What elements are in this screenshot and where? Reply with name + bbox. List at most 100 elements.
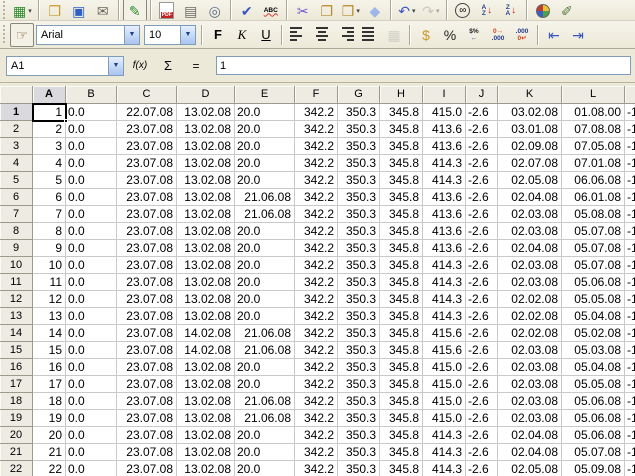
- cell-J16[interactable]: -2.6: [466, 359, 498, 376]
- auto-spellcheck-button[interactable]: ABC: [259, 0, 283, 21]
- open-folder-button[interactable]: ❒: [43, 0, 67, 21]
- cell-E6[interactable]: 21.06.08: [235, 189, 295, 206]
- cell-K7[interactable]: 02.03.08: [498, 206, 562, 223]
- cell-K5[interactable]: 02.05.08: [498, 172, 562, 189]
- cell-M5[interactable]: -12: [625, 172, 635, 189]
- page-preview-button[interactable]: ◎: [203, 0, 227, 21]
- column-header-L[interactable]: L: [562, 86, 625, 104]
- cell-L5[interactable]: 06.06.08: [562, 172, 625, 189]
- cell-E16[interactable]: 20.0: [235, 359, 295, 376]
- row-header-21[interactable]: 21: [0, 444, 33, 461]
- increase-indent-button[interactable]: ⇥: [566, 23, 590, 47]
- cell-selection-outline[interactable]: [32, 103, 67, 122]
- cell-H12[interactable]: 345.8: [380, 291, 423, 308]
- cell-C18[interactable]: 23.07.08: [117, 393, 177, 410]
- cell-K2[interactable]: 03.01.08: [498, 121, 562, 138]
- cell-C14[interactable]: 23.07.08: [117, 325, 177, 342]
- cell-B21[interactable]: 0.0: [66, 444, 117, 461]
- cell-J7[interactable]: -2.6: [466, 206, 498, 223]
- cell-F22[interactable]: 342.2: [295, 461, 338, 476]
- cell-G6[interactable]: 350.3: [338, 189, 380, 206]
- cell-B22[interactable]: 0.0: [66, 461, 117, 476]
- cell-I22[interactable]: 414.3: [423, 461, 466, 476]
- cell-M19[interactable]: -12: [625, 410, 635, 427]
- row-header-20[interactable]: 20: [0, 427, 33, 444]
- align-left-button[interactable]: [286, 23, 310, 47]
- cell-F11[interactable]: 342.2: [295, 274, 338, 291]
- cell-K6[interactable]: 02.04.08: [498, 189, 562, 206]
- cell-A9[interactable]: 9: [33, 240, 66, 257]
- cell-A2[interactable]: 2: [33, 121, 66, 138]
- row-header-17[interactable]: 17: [0, 376, 33, 393]
- row-header-11[interactable]: 11: [0, 274, 33, 291]
- cell-A11[interactable]: 11: [33, 274, 66, 291]
- cell-C15[interactable]: 23.07.08: [117, 342, 177, 359]
- cell-H13[interactable]: 345.8: [380, 308, 423, 325]
- cell-E20[interactable]: 20.0: [235, 427, 295, 444]
- cell-K20[interactable]: 02.04.08: [498, 427, 562, 444]
- cell-H2[interactable]: 345.8: [380, 121, 423, 138]
- cell-D15[interactable]: 14.02.08: [177, 342, 235, 359]
- cell-B17[interactable]: 0.0: [66, 376, 117, 393]
- cell-L4[interactable]: 07.01.08: [562, 155, 625, 172]
- cell-B1[interactable]: 0.0: [66, 104, 117, 121]
- copy-button[interactable]: ❐: [315, 0, 339, 21]
- cell-I8[interactable]: 413.6: [423, 223, 466, 240]
- cell-I6[interactable]: 413.6: [423, 189, 466, 206]
- cell-C17[interactable]: 23.07.08: [117, 376, 177, 393]
- cell-F18[interactable]: 342.2: [295, 393, 338, 410]
- cell-M12[interactable]: -12: [625, 291, 635, 308]
- cell-G21[interactable]: 350.3: [338, 444, 380, 461]
- cell-J6[interactable]: -2.6: [466, 189, 498, 206]
- cell-B6[interactable]: 0.0: [66, 189, 117, 206]
- row-header-22[interactable]: 22: [0, 461, 33, 476]
- cell-C21[interactable]: 23.07.08: [117, 444, 177, 461]
- column-header-E[interactable]: E: [235, 86, 295, 104]
- row-header-19[interactable]: 19: [0, 410, 33, 427]
- cell-K4[interactable]: 02.07.08: [498, 155, 562, 172]
- row-header-4[interactable]: 4: [0, 155, 33, 172]
- cell-L15[interactable]: 05.03.08: [562, 342, 625, 359]
- cell-K19[interactable]: 02.03.08: [498, 410, 562, 427]
- cell-I18[interactable]: 415.0: [423, 393, 466, 410]
- cell-A7[interactable]: 7: [33, 206, 66, 223]
- cell-M13[interactable]: -12: [625, 308, 635, 325]
- cell-A12[interactable]: 12: [33, 291, 66, 308]
- toolbar-grip[interactable]: [2, 25, 7, 43]
- name-box[interactable]: A1 ▼: [6, 56, 124, 76]
- cell-E3[interactable]: 20.0: [235, 138, 295, 155]
- cell-E21[interactable]: 20.0: [235, 444, 295, 461]
- cell-M15[interactable]: -12: [625, 342, 635, 359]
- cell-G12[interactable]: 350.3: [338, 291, 380, 308]
- cell-G2[interactable]: 350.3: [338, 121, 380, 138]
- cell-B10[interactable]: 0.0: [66, 257, 117, 274]
- cell-G7[interactable]: 350.3: [338, 206, 380, 223]
- cell-A4[interactable]: 4: [33, 155, 66, 172]
- chevron-down-icon[interactable]: ▾: [436, 7, 440, 15]
- cell-F2[interactable]: 342.2: [295, 121, 338, 138]
- redo-button[interactable]: ↷▾: [419, 0, 443, 21]
- cell-E4[interactable]: 20.0: [235, 155, 295, 172]
- cell-F9[interactable]: 342.2: [295, 240, 338, 257]
- cell-E11[interactable]: 20.0: [235, 274, 295, 291]
- cell-I5[interactable]: 414.3: [423, 172, 466, 189]
- cell-F16[interactable]: 342.2: [295, 359, 338, 376]
- select-all-corner[interactable]: [0, 86, 33, 104]
- cell-A5[interactable]: 5: [33, 172, 66, 189]
- cell-M21[interactable]: -12: [625, 444, 635, 461]
- cell-D13[interactable]: 13.02.08: [177, 308, 235, 325]
- cell-M17[interactable]: -12: [625, 376, 635, 393]
- column-header-C[interactable]: C: [117, 86, 177, 104]
- cell-I20[interactable]: 414.3: [423, 427, 466, 444]
- cell-D19[interactable]: 13.02.08: [177, 410, 235, 427]
- cell-G5[interactable]: 350.3: [338, 172, 380, 189]
- draw-functions-button[interactable]: ✐: [555, 0, 579, 21]
- cell-G18[interactable]: 350.3: [338, 393, 380, 410]
- cell-B18[interactable]: 0.0: [66, 393, 117, 410]
- spellcheck-button[interactable]: ✔: [235, 0, 259, 21]
- cell-J9[interactable]: -2.6: [466, 240, 498, 257]
- column-header-D[interactable]: D: [177, 86, 235, 104]
- cell-M6[interactable]: -12: [625, 189, 635, 206]
- cell-G19[interactable]: 350.3: [338, 410, 380, 427]
- cell-K11[interactable]: 02.03.08: [498, 274, 562, 291]
